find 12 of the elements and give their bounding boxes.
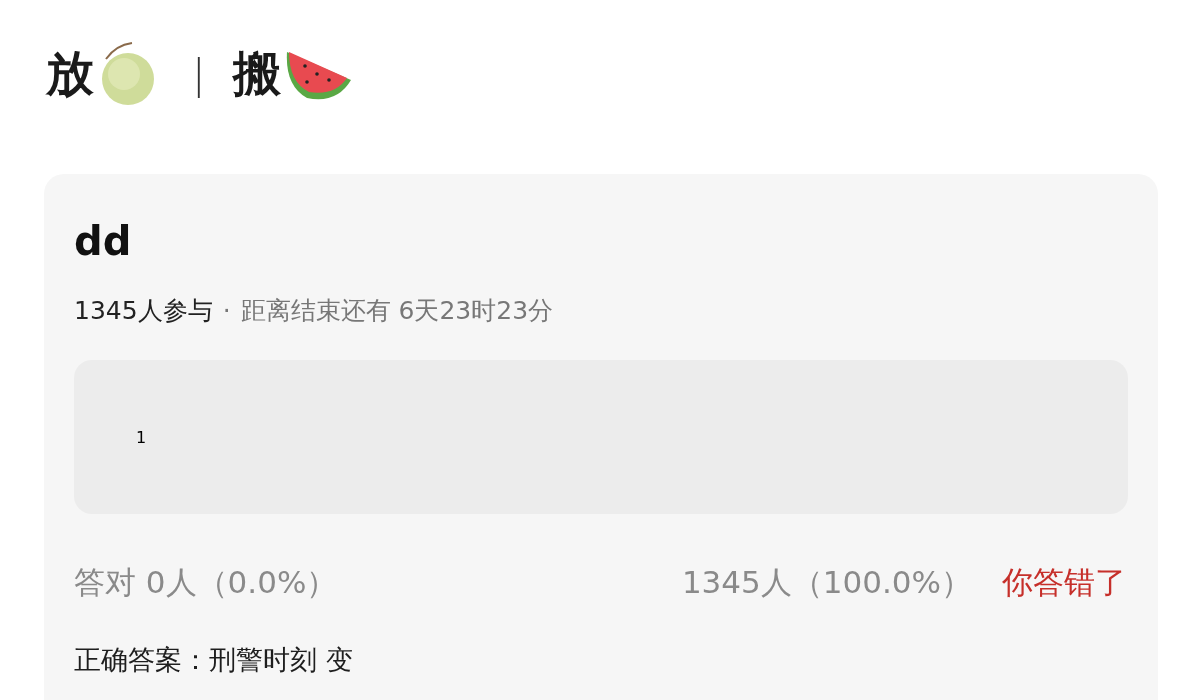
- separator: |: [192, 51, 206, 97]
- header-text: 搬: [233, 44, 282, 103]
- meta-separator: ·: [222, 295, 231, 327]
- correct-answer: 正确答案：刑警时刻 变: [74, 643, 353, 677]
- correct-count: 答对 0人（0.0%）: [74, 563, 338, 602]
- deadline-text: 距离结束还有 6天23时23分: [240, 295, 554, 327]
- result-text: 你答错了: [1002, 563, 1126, 602]
- header-text: 放: [46, 44, 94, 103]
- participant-count: 1345人参与: [74, 295, 213, 327]
- poll-title: dd: [74, 217, 132, 266]
- option-count: 1345人（100.0%）: [681, 563, 972, 602]
- poll-option[interactable]: 1: [74, 360, 1128, 514]
